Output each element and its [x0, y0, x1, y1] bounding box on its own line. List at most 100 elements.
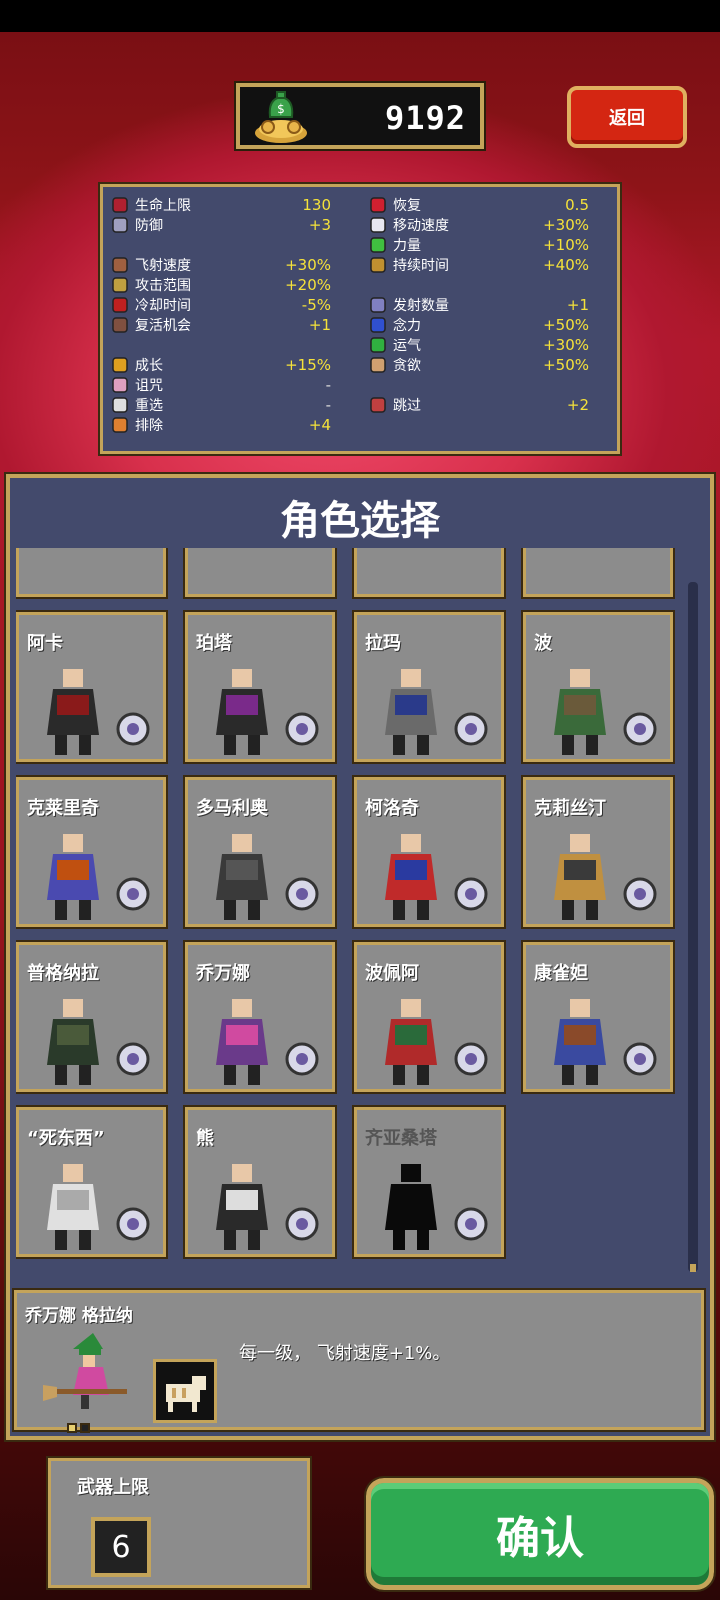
stat-value: 130	[302, 196, 331, 214]
character-sprite	[554, 669, 606, 755]
stat-label: 力量	[393, 238, 421, 254]
character-name: 多马利奥	[196, 798, 268, 819]
stat-label: 攻击范围	[135, 278, 191, 294]
fire-wand-icon	[111, 705, 155, 749]
character-card[interactable]: 多马利奥	[183, 775, 337, 929]
stat-row: 力量 +10%	[369, 235, 589, 255]
bible-icon	[280, 870, 324, 914]
skip-icon	[369, 396, 387, 414]
skull-icon	[111, 376, 129, 394]
stat-row: 冷却时间 -5%	[111, 295, 331, 315]
character-sprite	[554, 834, 606, 920]
stat-row: 诅咒 -	[111, 375, 331, 395]
stat-label: 持续时间	[393, 258, 449, 274]
weapon-limit-value: 6	[91, 1517, 151, 1577]
stat-row: 运气 +30%	[369, 335, 589, 355]
stat-value: +50%	[543, 316, 589, 334]
character-sprite	[216, 669, 268, 755]
portrait-pager[interactable]	[67, 1423, 90, 1433]
leaf-icon	[369, 236, 387, 254]
character-detail: 乔万娜 格拉纳 每一级， 飞射速度+1%。	[12, 1288, 706, 1433]
stat-label: 防御	[135, 218, 163, 234]
character-name: 普格纳拉	[27, 963, 99, 984]
character-sprite	[554, 999, 606, 1085]
character-name: 康雀妲	[534, 963, 588, 984]
character-card[interactable]: 齐亚桑塔	[352, 1105, 506, 1259]
character-name: 克莉丝汀	[534, 798, 606, 819]
magic-orb-icon	[280, 705, 324, 749]
duplicator-icon	[369, 296, 387, 314]
scrollbar-thumb[interactable]	[690, 1264, 696, 1272]
hourglass-icon	[369, 256, 387, 274]
song-scroll-icon	[449, 1035, 493, 1079]
stat-label: 飞射速度	[135, 258, 191, 274]
character-card[interactable]: 熊	[183, 1105, 337, 1259]
stat-value: +30%	[543, 336, 589, 354]
character-card[interactable]: 克莱里奇	[16, 775, 168, 929]
character-name: 珀塔	[196, 633, 232, 654]
pager-dot[interactable]	[67, 1423, 77, 1433]
character-name: 乔万娜	[196, 963, 250, 984]
stat-value: +30%	[543, 216, 589, 234]
character-card[interactable]: 普格纳拉	[16, 940, 168, 1094]
character-card[interactable]: 波	[521, 610, 675, 764]
stat-label: 念力	[393, 318, 421, 334]
stat-row: 排除 +4	[111, 415, 331, 435]
crown-icon	[111, 356, 129, 374]
character-name: 克莱里奇	[27, 798, 99, 819]
stat-value: +30%	[285, 256, 331, 274]
stat-value: 0.5	[565, 196, 589, 214]
stat-label: 生命上限	[135, 198, 191, 214]
character-card[interactable]: 珀塔	[183, 610, 337, 764]
character-card[interactable]: 柯洛奇	[352, 775, 506, 929]
stat-value: +2	[566, 396, 589, 414]
money-bag-icon: $	[255, 91, 307, 143]
character-card[interactable]	[183, 548, 337, 599]
greed-mask-icon	[369, 356, 387, 374]
cross-icon	[449, 870, 493, 914]
recovery-heart-icon	[369, 196, 387, 214]
character-card[interactable]: “死东西”	[16, 1105, 168, 1259]
detail-name: 乔万娜 格拉纳	[25, 1306, 133, 1326]
axe-icon	[449, 705, 493, 749]
wing-icon	[369, 216, 387, 234]
back-button[interactable]: 返回	[567, 86, 687, 148]
gold-counter: $ 9192	[234, 81, 486, 151]
stat-row: 防御 +3	[111, 215, 331, 235]
svg-text:$: $	[277, 102, 285, 116]
stat-label: 重选	[135, 398, 163, 414]
stat-row: 跳过 +2	[369, 395, 589, 415]
character-name: 拉玛	[365, 633, 401, 654]
scrollbar[interactable]	[688, 582, 698, 1272]
shield-icon	[280, 1200, 324, 1244]
candelabra-icon	[111, 276, 129, 294]
stat-label: 发射数量	[393, 298, 449, 314]
stat-value: +40%	[543, 256, 589, 274]
character-name: 波佩阿	[365, 963, 419, 984]
stat-value: +4	[308, 416, 331, 434]
garlic-icon	[618, 705, 662, 749]
character-card[interactable]: 阿卡	[16, 610, 168, 764]
clock-icon	[111, 296, 129, 314]
pistol-icon	[111, 1035, 155, 1079]
character-card[interactable]: 拉玛	[352, 610, 506, 764]
weapon-limit-label: 武器上限	[77, 1477, 149, 1498]
pager-dot[interactable]	[80, 1423, 90, 1433]
detail-description: 每一级， 飞射速度+1%。	[239, 1343, 451, 1364]
stat-row: 持续时间 +40%	[369, 255, 589, 275]
character-card[interactable]: 克莉丝汀	[521, 775, 675, 929]
status-bar	[0, 0, 720, 32]
character-sprite	[385, 1164, 437, 1250]
character-name: “死东西”	[27, 1128, 105, 1149]
character-card[interactable]: 乔万娜	[183, 940, 337, 1094]
character-card[interactable]	[521, 548, 675, 599]
character-card[interactable]	[16, 548, 168, 599]
stat-value: +20%	[285, 276, 331, 294]
character-card[interactable]: 康雀妲	[521, 940, 675, 1094]
stat-label: 复活机会	[135, 318, 191, 334]
confirm-button[interactable]: 确认	[364, 1476, 716, 1592]
character-grid[interactable]: 阿卡 珀塔 拉玛 波克莱里奇 多马利奥 柯洛奇 克莉丝汀普格纳拉 乔万娜 波佩阿 康雀妲 “死东西”…	[16, 548, 686, 1262]
character-card[interactable]: 波佩阿	[352, 940, 506, 1094]
character-card[interactable]	[352, 548, 506, 599]
character-sprite	[47, 834, 99, 920]
